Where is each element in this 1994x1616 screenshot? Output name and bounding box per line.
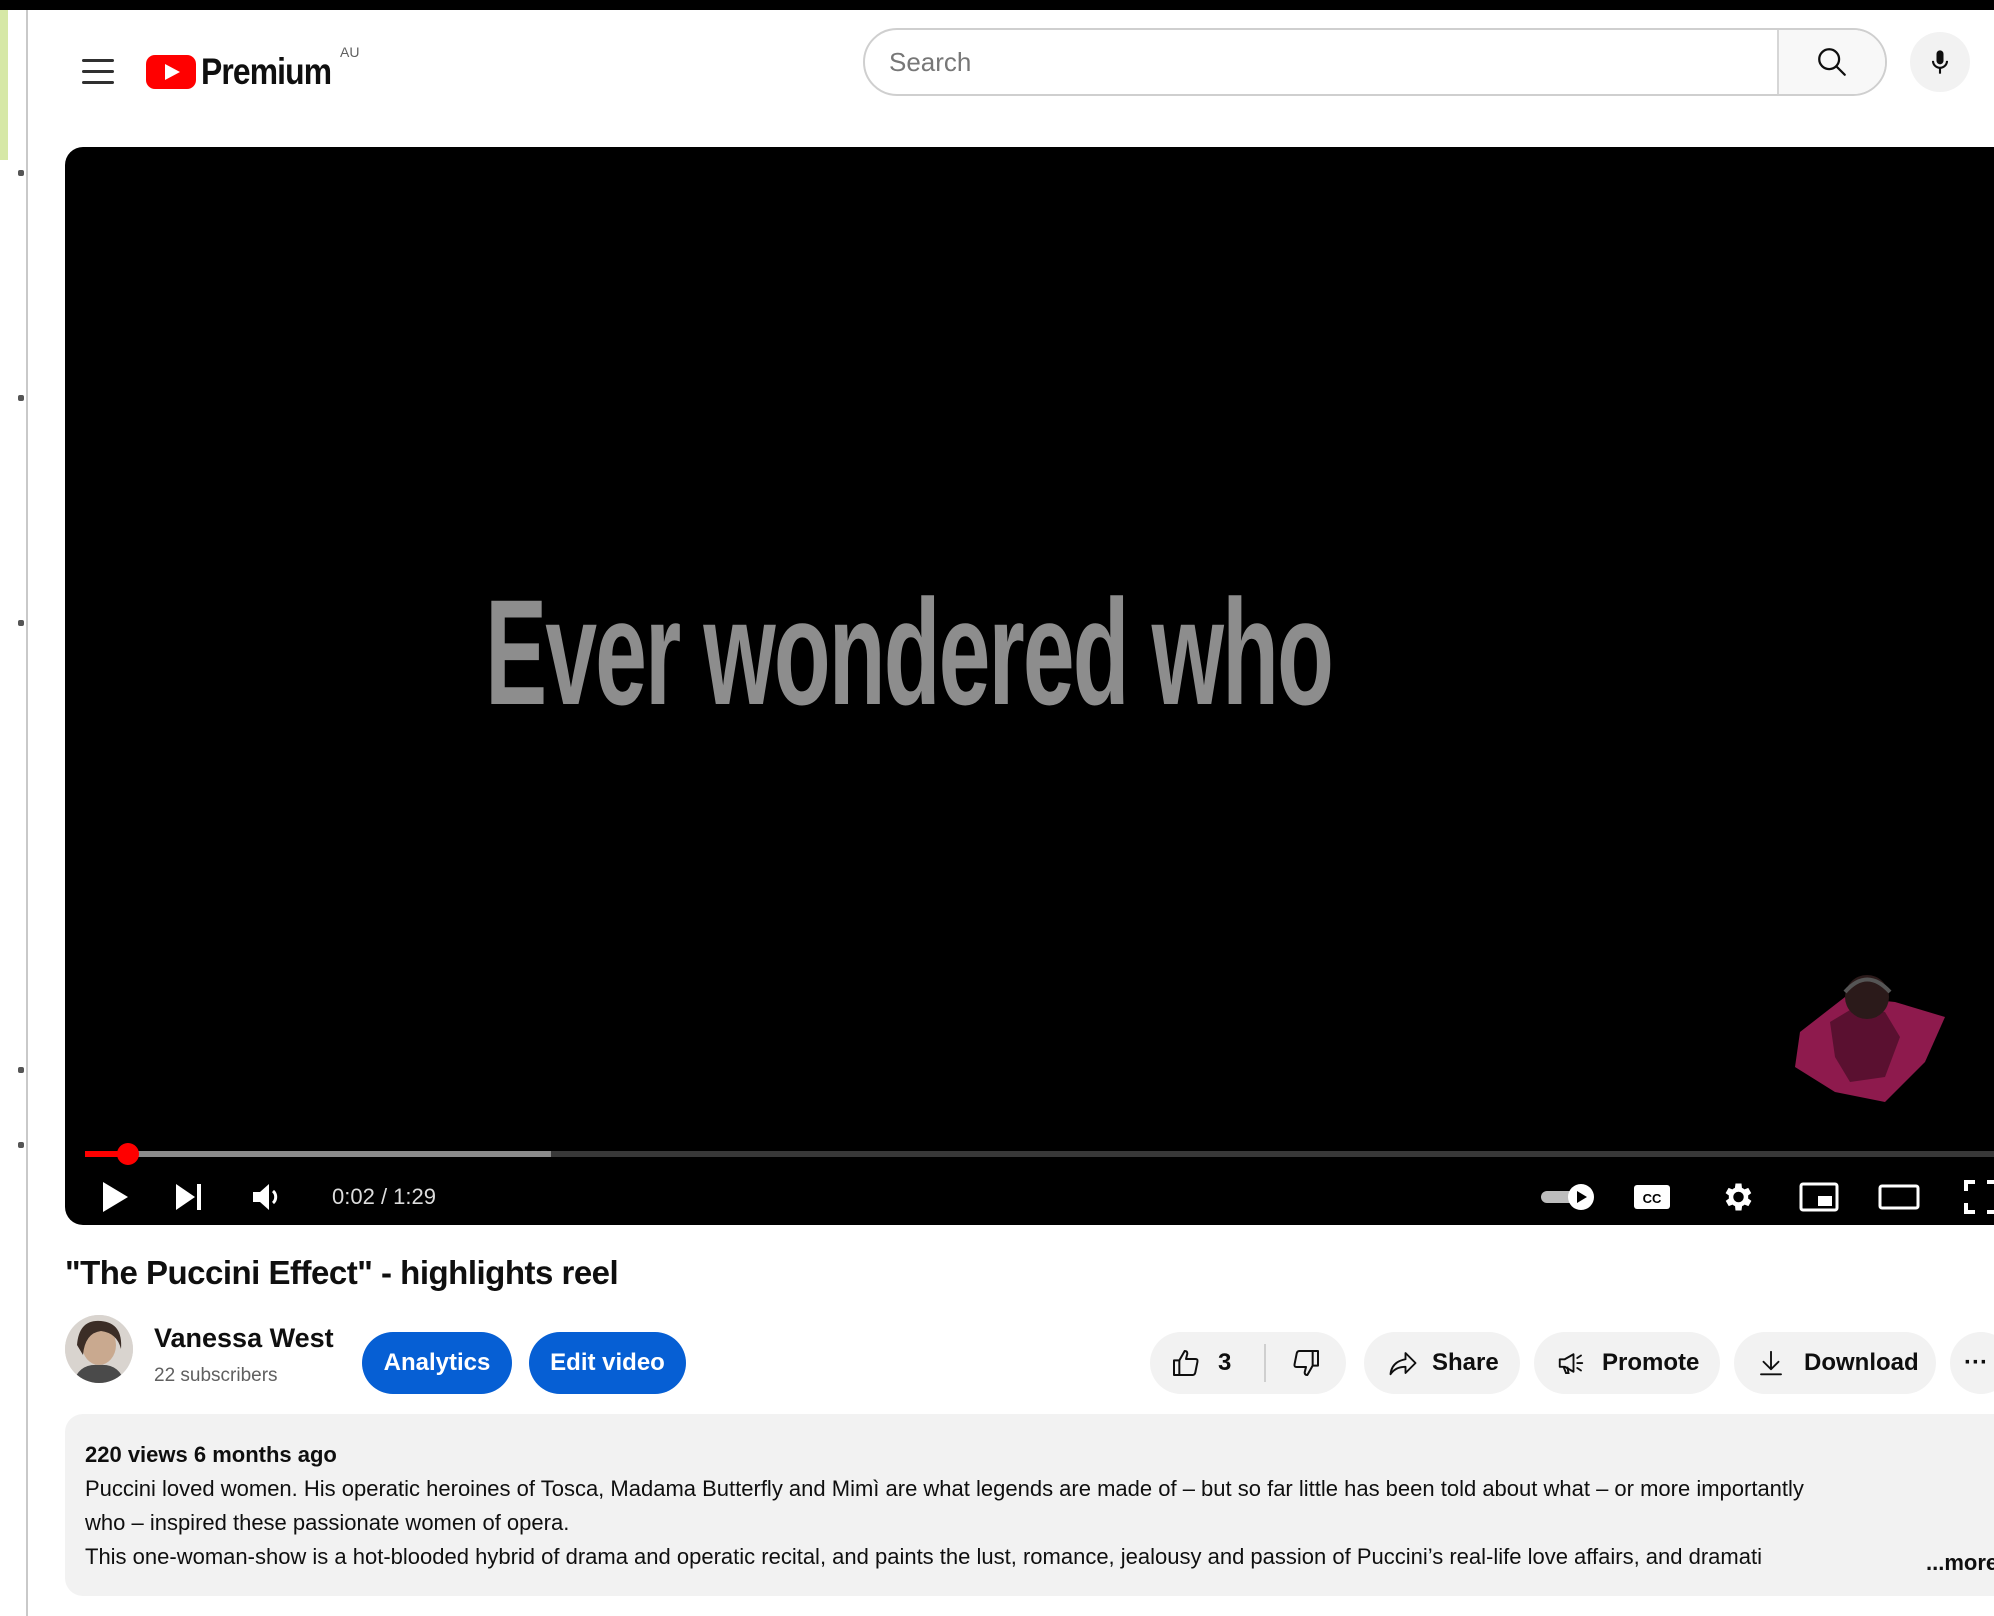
background-window-accent xyxy=(0,10,8,160)
autoplay-toggle[interactable] xyxy=(1535,1169,1601,1225)
more-dots-icon: ··· xyxy=(1964,1349,1988,1376)
youtube-play-logo-icon xyxy=(146,55,196,89)
fullscreen-button[interactable] xyxy=(1949,1169,1994,1225)
logo-country-code: AU xyxy=(340,44,360,60)
video-frame: Ever wondered who xyxy=(65,147,1994,1225)
share-arrow-icon xyxy=(1389,1352,1417,1376)
next-button[interactable] xyxy=(159,1169,219,1225)
youtube-watch-page: Premium AU Ever wondered who xyxy=(28,10,1994,1616)
more-actions-button[interactable]: ··· xyxy=(1950,1332,1994,1394)
current-time: 0:02 xyxy=(332,1184,375,1209)
miniplayer-button[interactable] xyxy=(1787,1169,1851,1225)
analytics-button[interactable]: Analytics xyxy=(362,1332,512,1394)
description-line: who – inspired these passionate women of… xyxy=(85,1510,570,1535)
channel-avatar[interactable] xyxy=(65,1315,133,1383)
search-icon xyxy=(1818,48,1846,76)
channel-name[interactable]: Vanessa West xyxy=(154,1323,334,1354)
guide-menu-button[interactable] xyxy=(70,46,122,98)
play-icon xyxy=(103,1182,128,1212)
download-icon xyxy=(1760,1350,1782,1376)
view-count-and-date: 220 views 6 months ago xyxy=(85,1442,337,1467)
time-display: 0:02 / 1:29 xyxy=(332,1184,436,1210)
progress-scrubber[interactable] xyxy=(116,1143,139,1165)
autoplay-toggle-icon xyxy=(1541,1184,1594,1210)
description-more-button[interactable]: ...more xyxy=(1920,1550,1994,1576)
search-box xyxy=(863,28,1887,96)
hamburger-icon xyxy=(82,81,114,84)
promote-label: Promote xyxy=(1602,1349,1700,1376)
avatar-photo-icon xyxy=(65,1315,133,1383)
promote-button[interactable]: Promote xyxy=(1534,1332,1720,1394)
background-window-marker xyxy=(18,1067,24,1073)
video-player[interactable]: Ever wondered who 0:02 / 1:29 CC xyxy=(65,147,1994,1225)
settings-button[interactable] xyxy=(1705,1169,1769,1225)
time-separator: / xyxy=(374,1184,394,1209)
closed-captions-icon: CC xyxy=(1634,1185,1670,1209)
microphone-icon xyxy=(1931,50,1949,74)
svg-text:CC: CC xyxy=(1643,1191,1662,1206)
masthead: Premium AU xyxy=(28,10,1994,128)
mute-button[interactable] xyxy=(237,1169,301,1225)
thumbs-up-icon xyxy=(1173,1350,1199,1376)
subscriber-count: 22 subscribers xyxy=(154,1365,278,1386)
description-box[interactable]: 220 views 6 months ago Puccini loved wom… xyxy=(65,1414,1994,1596)
subtitles-button[interactable]: CC xyxy=(1620,1169,1684,1225)
background-window-marker xyxy=(18,620,24,626)
download-label: Download xyxy=(1804,1349,1919,1376)
volume-icon xyxy=(253,1184,278,1210)
hamburger-icon xyxy=(82,70,114,73)
download-button[interactable]: Download xyxy=(1734,1332,1936,1394)
description-line: Puccini loved women. His operatic heroin… xyxy=(85,1476,1804,1501)
voice-search-button[interactable] xyxy=(1910,32,1970,92)
thumbs-down-icon xyxy=(1293,1350,1319,1376)
background-window-marker xyxy=(18,1142,24,1148)
skip-next-icon xyxy=(176,1184,201,1210)
search-input[interactable] xyxy=(865,30,1777,94)
youtube-premium-logo[interactable]: Premium xyxy=(146,44,352,100)
video-caption-text: Ever wondered who xyxy=(485,567,1334,736)
like-count: 3 xyxy=(1218,1349,1232,1376)
channel-watermark-icon[interactable] xyxy=(1775,962,1955,1112)
share-label: Share xyxy=(1432,1349,1499,1376)
background-window-marker xyxy=(18,170,24,176)
progress-bar[interactable] xyxy=(85,1143,1994,1165)
dislike-button[interactable] xyxy=(1266,1332,1346,1394)
description-line: This one-woman-show is a hot-blooded hyb… xyxy=(85,1544,1762,1569)
background-window-edge xyxy=(0,10,28,1616)
duration: 1:29 xyxy=(393,1184,436,1209)
like-button[interactable]: 3 xyxy=(1150,1332,1264,1394)
fullscreen-icon xyxy=(1964,1180,1994,1214)
play-button[interactable] xyxy=(85,1169,145,1225)
miniplayer-icon xyxy=(1799,1182,1839,1212)
theater-mode-button[interactable] xyxy=(1867,1169,1931,1225)
gear-icon xyxy=(1725,1183,1752,1211)
progress-buffered xyxy=(85,1151,551,1157)
search-button[interactable] xyxy=(1777,30,1885,94)
background-window-marker xyxy=(18,395,24,401)
edit-video-button[interactable]: Edit video xyxy=(529,1332,686,1394)
theater-mode-icon xyxy=(1878,1184,1920,1210)
logo-text: Premium xyxy=(201,51,332,92)
like-dislike-group: 3 xyxy=(1150,1332,1346,1394)
share-button[interactable]: Share xyxy=(1364,1332,1520,1394)
video-title: "The Puccini Effect" - highlights reel xyxy=(65,1254,619,1291)
hamburger-icon xyxy=(82,59,114,62)
megaphone-icon xyxy=(1558,1353,1584,1374)
